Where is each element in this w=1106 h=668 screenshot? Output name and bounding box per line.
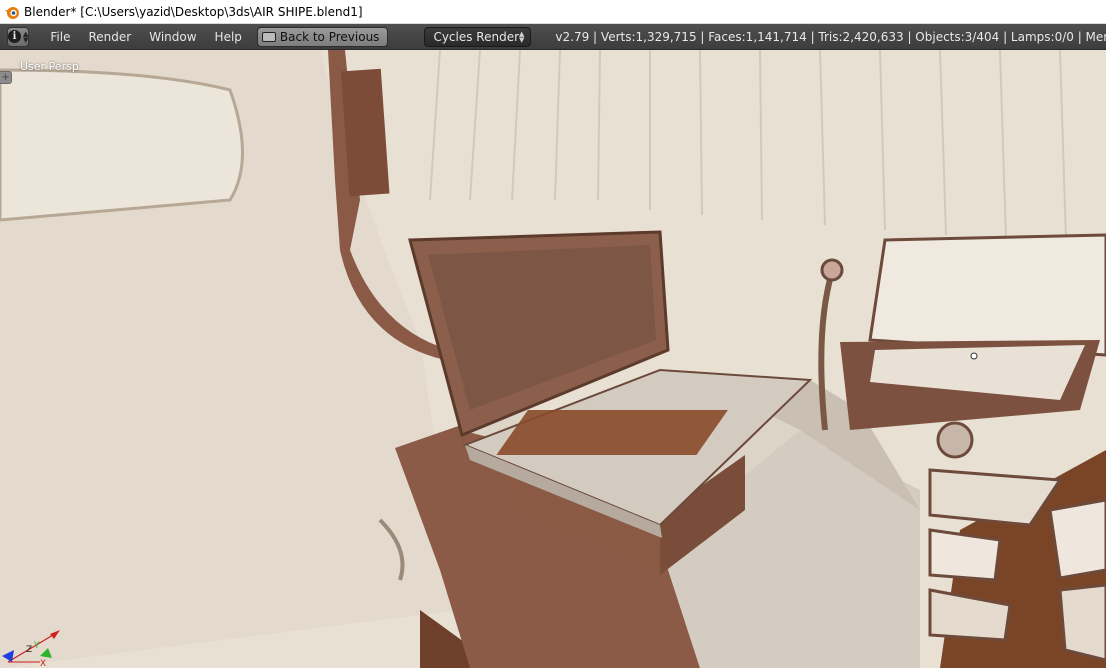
render-engine-value: Cycles Render <box>433 29 520 44</box>
keyboard-keys <box>496 410 728 455</box>
3d-viewport[interactable]: User Persp + Z X Y <box>0 50 1106 668</box>
updown-arrows-icon: ▲ ▼ <box>23 29 29 44</box>
blender-app-icon <box>5 6 19 19</box>
menu-render[interactable]: Render <box>79 27 140 47</box>
info-icon: i <box>8 30 21 43</box>
screen-icon <box>261 31 276 42</box>
axis-z-label: Z <box>26 645 32 655</box>
axis-gizmo: Z X Y <box>2 630 60 668</box>
window-title: Blender* [C:\Users\yazid\Desktop\3ds\AIR… <box>24 4 363 19</box>
menu-file[interactable]: File <box>41 27 79 47</box>
back-to-previous-button[interactable]: Back to Previous <box>256 26 389 47</box>
window-titlebar: Blender* [C:\Users\yazid\Desktop\3ds\AIR… <box>0 0 1106 24</box>
render-engine-select[interactable]: Cycles Render ▲ ▼ <box>424 26 532 47</box>
axis-x-label: X <box>40 659 46 668</box>
info-header: i ▲ ▼ File Render Window Help Back to Pre… <box>0 24 1106 50</box>
axis-y-label: Y <box>33 641 40 651</box>
menu-help[interactable]: Help <box>206 27 251 47</box>
scene-statistics: v2.79 | Verts:1,329,715 | Faces:1,141,71… <box>555 29 1106 44</box>
updown-arrows-icon: ▲ ▼ <box>519 29 525 44</box>
menu-window[interactable]: Window <box>140 27 205 47</box>
back-to-previous-label: Back to Previous <box>279 29 380 44</box>
view-name-label: User Persp <box>20 60 79 73</box>
viewport-scene <box>0 50 1106 668</box>
editor-type-selector[interactable]: i ▲ ▼ <box>7 26 30 47</box>
tool-shelf-toggle[interactable]: + <box>0 71 12 84</box>
